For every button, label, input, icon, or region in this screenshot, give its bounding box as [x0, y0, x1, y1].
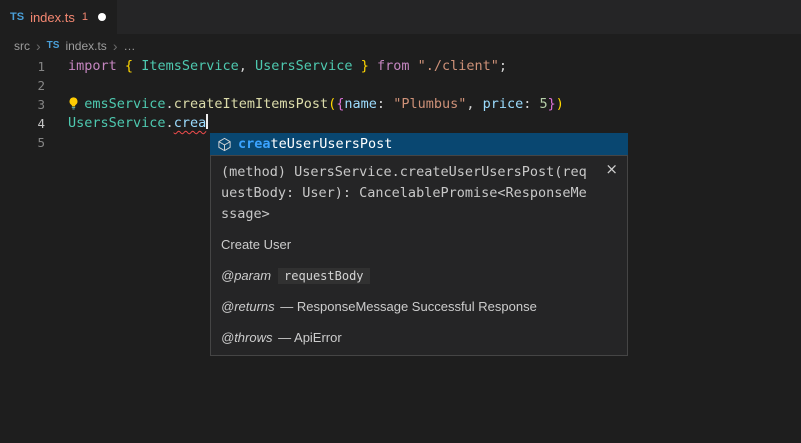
- code-token: createItemItemsPost: [174, 96, 328, 112]
- code-line[interactable]: 1 import { ItemsService, UsersService } f…: [0, 57, 801, 76]
- code-token: 5: [540, 96, 548, 112]
- breadcrumb: src › TS index.ts › …: [0, 34, 135, 57]
- code-line[interactable]: 2: [0, 76, 801, 95]
- suggestion-docs-panel: × (method) UsersService.createUserUsersP…: [210, 155, 628, 356]
- typescript-file-icon: TS: [47, 40, 60, 51]
- line-number: 1: [0, 57, 45, 76]
- code-token: [410, 58, 418, 74]
- code-token: .: [166, 115, 174, 131]
- jsdoc-tag-returns: @returns: [221, 299, 275, 314]
- doc-returns-row: @returns — ResponseMessage Successful Re…: [221, 298, 617, 316]
- code-token: [117, 58, 125, 74]
- code-token: from: [377, 58, 410, 74]
- intellisense-popup: createUserUsersPost × (method) UsersServ…: [210, 133, 628, 356]
- code-token: ,: [466, 96, 482, 112]
- code-token: {: [125, 58, 133, 74]
- breadcrumb-item-symbol-path[interactable]: …: [123, 39, 135, 53]
- lightbulb-icon[interactable]: [66, 96, 84, 113]
- line-number: 4: [0, 114, 45, 133]
- chevron-right-icon: ›: [113, 39, 118, 53]
- code-token: "./client": [418, 58, 499, 74]
- method-signature-line: (method) UsersService.createUserUsersPos…: [221, 162, 617, 183]
- code-token: ;: [499, 58, 507, 74]
- code-token: }: [548, 96, 556, 112]
- doc-param-row: @param requestBody: [221, 267, 617, 285]
- close-icon[interactable]: ×: [605, 162, 618, 177]
- returns-text: — ResponseMessage Successful Response: [280, 299, 537, 314]
- chevron-right-icon: ›: [36, 39, 41, 53]
- breadcrumb-item-file[interactable]: index.ts: [65, 39, 106, 53]
- tab-bar: TS index.ts 1: [0, 0, 801, 34]
- jsdoc-tag-throws: @throws: [221, 330, 273, 345]
- code-token: UsersService: [255, 58, 353, 74]
- code-token: ): [556, 96, 564, 112]
- code-token: ItemsService: [141, 58, 239, 74]
- code-token: [133, 58, 141, 74]
- code-token: price: [483, 96, 524, 112]
- throws-text: — ApiError: [278, 330, 342, 345]
- line-number: 5: [0, 133, 45, 152]
- suggestion-match-text: crea: [238, 136, 271, 152]
- code-token: :: [523, 96, 539, 112]
- code-token: UsersService: [68, 115, 166, 131]
- tab-index-ts[interactable]: TS index.ts 1: [0, 0, 117, 34]
- typescript-file-icon: TS: [10, 11, 24, 23]
- method-signature-line: uestBody: User): CancelablePromise<Respo…: [221, 183, 617, 204]
- doc-throws-row: @throws — ApiError: [221, 329, 617, 347]
- breadcrumb-item-src[interactable]: src: [14, 39, 30, 53]
- jsdoc-tag-param: @param: [221, 268, 271, 283]
- line-number: 3: [0, 95, 45, 114]
- code-token: crea: [174, 115, 207, 131]
- doc-description: Create User: [221, 236, 617, 254]
- line-number: 2: [0, 76, 45, 95]
- code-token: :: [377, 96, 393, 112]
- tab-error-count-badge: 1: [82, 11, 88, 23]
- symbol-method-icon: [217, 137, 232, 152]
- suggestion-rest-text: teUserUsersPost: [271, 136, 393, 152]
- text-cursor: [206, 114, 208, 129]
- method-signature-line: ssage>: [221, 204, 617, 225]
- tab-label: index.ts: [30, 10, 75, 25]
- code-line[interactable]: 4 UsersService.crea: [0, 114, 801, 133]
- code-token: }: [361, 58, 369, 74]
- suggestion-label: createUserUsersPost: [238, 136, 392, 152]
- param-name-chip: requestBody: [278, 268, 369, 284]
- modified-dot-icon[interactable]: [98, 13, 106, 21]
- code-token: ,: [239, 58, 255, 74]
- code-token: .: [166, 96, 174, 112]
- code-token: "Plumbus": [393, 96, 466, 112]
- code-token: import: [68, 58, 117, 74]
- suggestion-item-selected[interactable]: createUserUsersPost: [210, 133, 628, 155]
- code-token: [353, 58, 361, 74]
- code-line[interactable]: 3ItemsService.createItemItemsPost({name:…: [0, 95, 801, 114]
- code-token: [369, 58, 377, 74]
- code-token: name: [344, 96, 377, 112]
